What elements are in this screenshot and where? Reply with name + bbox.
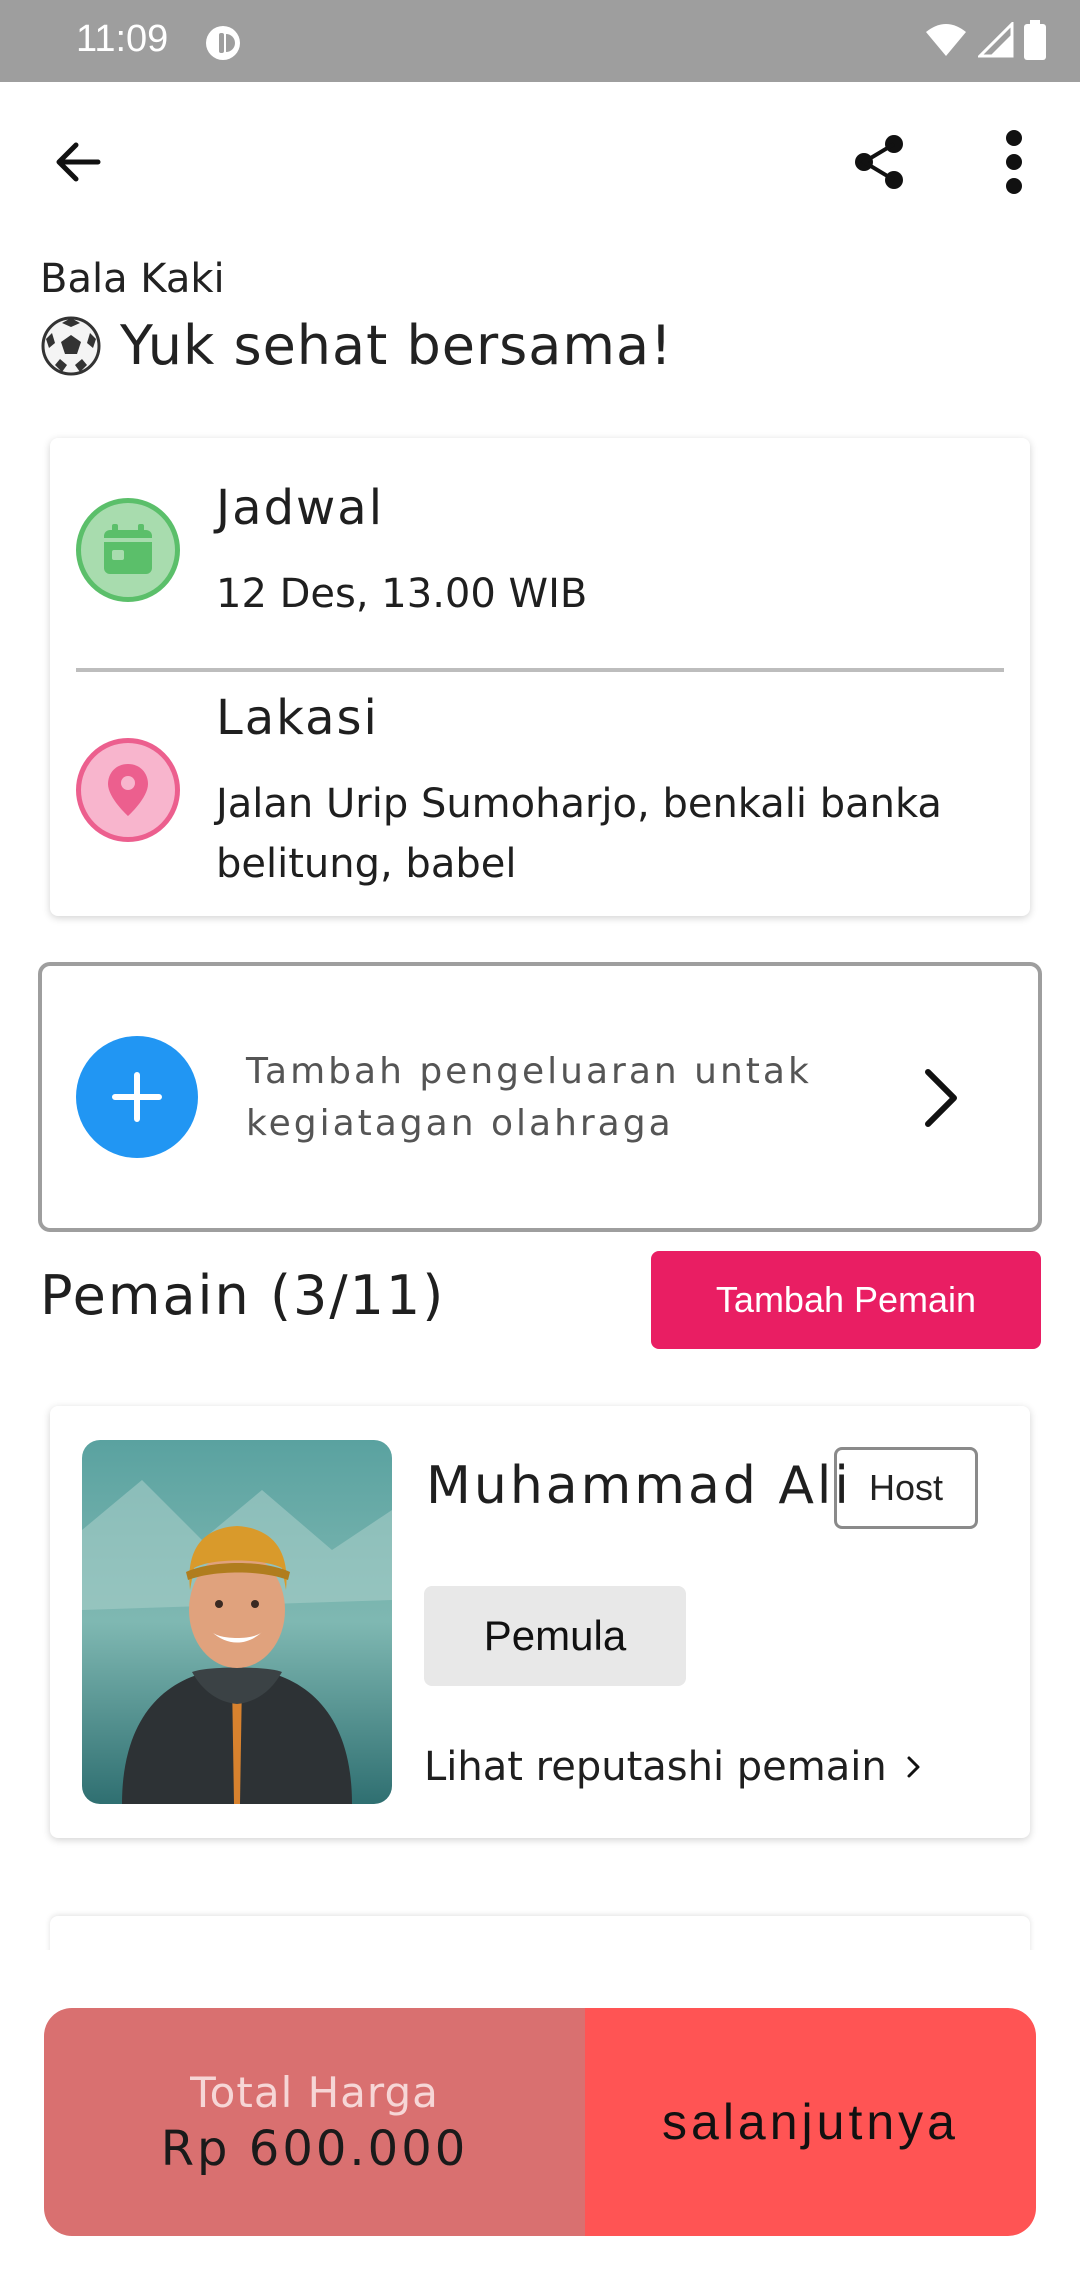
total-price-box: Total Harga Rp 600.000 — [44, 2008, 585, 2236]
add-expense-button[interactable] — [76, 1036, 198, 1158]
status-icons — [924, 20, 1046, 64]
player-name: Muhammad Ali — [426, 1456, 852, 1516]
add-player-button[interactable]: Tambah Pemain — [651, 1251, 1041, 1349]
calendar-icon — [104, 524, 152, 574]
schedule-value: 12 Des, 13.00 WIB — [216, 571, 588, 617]
status-time: 11:09 — [76, 18, 169, 60]
player-avatar — [82, 1440, 392, 1804]
arrow-left-icon — [56, 142, 101, 182]
schedule-icon-circle — [76, 498, 180, 602]
dnd-icon — [204, 24, 242, 62]
player-level-chip: Pemula — [424, 1586, 686, 1686]
details-divider — [76, 668, 1004, 672]
soccer-ball-icon — [40, 315, 102, 377]
battery-icon — [1024, 20, 1046, 64]
next-button[interactable]: salanjutnya — [585, 2008, 1036, 2236]
location-icon-circle — [76, 738, 180, 842]
players-title: Pemain (3/11) — [40, 1264, 446, 1327]
chevron-right-icon[interactable] — [910, 1064, 970, 1132]
host-badge: Host — [834, 1447, 978, 1529]
location-label: Lakasi — [216, 690, 379, 746]
schedule-label: Jadwal — [216, 480, 385, 536]
share-button[interactable] — [842, 124, 918, 200]
chevron-right-small-icon — [907, 1756, 920, 1778]
checkout-bar: Total Harga Rp 600.000 salanjutnya — [44, 2008, 1036, 2236]
total-price-label: Total Harga — [190, 2067, 439, 2117]
event-title-text: Yuk sehat bersama! — [120, 314, 673, 377]
total-price-value: Rp 600.000 — [160, 2120, 469, 2177]
location-pin-icon — [108, 764, 148, 816]
back-button[interactable] — [40, 124, 116, 200]
location-value: Jalan Urip Sumoharjo, benkali banka beli… — [216, 781, 942, 887]
reputation-link-text: Lihat reputashi pemain — [424, 1744, 887, 1790]
wifi-icon — [924, 22, 968, 62]
share-icon — [855, 135, 903, 189]
signal-icon — [976, 20, 1014, 62]
plus-icon — [112, 1072, 162, 1122]
event-title: Yuk sehat bersama! — [40, 314, 673, 377]
player-reputation-link[interactable]: Lihat reputashi pemain — [424, 1744, 923, 1790]
more-options-button[interactable] — [976, 124, 1052, 200]
event-category: Bala Kaki — [40, 256, 225, 302]
add-expense-text: Tambah pengeluaran untak kegiatagan olah… — [246, 1051, 812, 1144]
more-vert-icon — [1006, 130, 1022, 194]
